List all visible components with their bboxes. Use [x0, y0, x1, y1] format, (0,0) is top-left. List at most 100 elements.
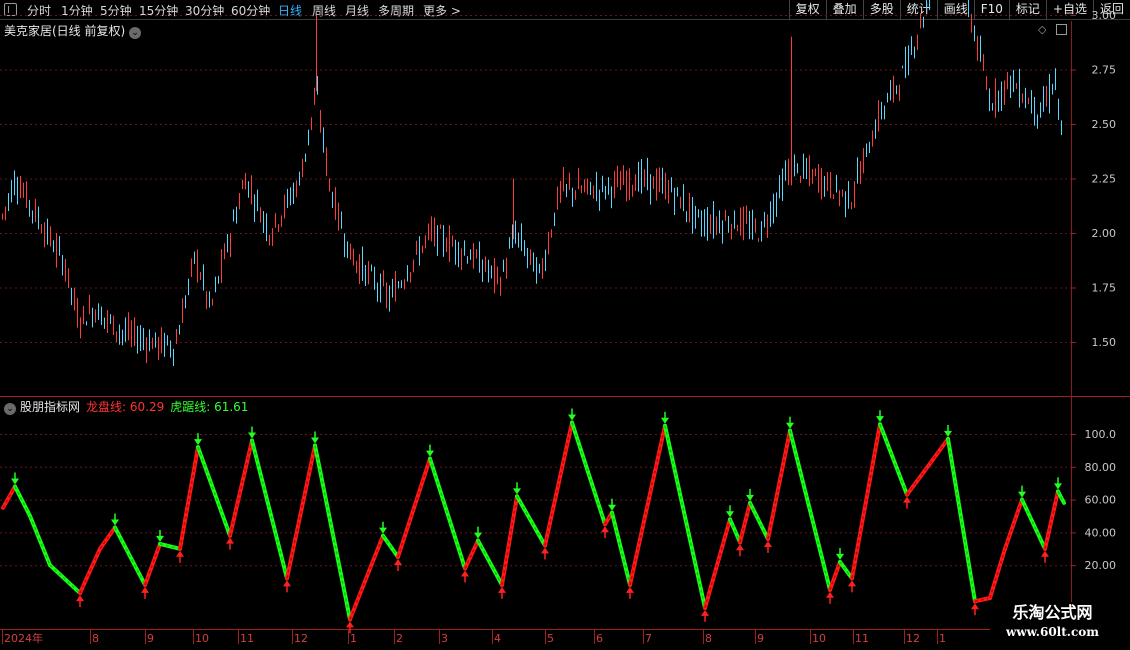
sell-arrow-icon — [156, 529, 164, 542]
time-tick-label: 9 — [147, 632, 154, 645]
buy-arrow-head — [346, 621, 354, 628]
buy-arrow-head — [903, 496, 911, 503]
sell-arrow-icon — [474, 526, 482, 539]
buy-arrow-icon — [848, 580, 856, 593]
indicator-signal-line — [501, 496, 518, 586]
buy-arrow-icon — [826, 591, 834, 604]
time-tick-label: 12 — [906, 632, 920, 645]
buy-arrow-icon — [176, 550, 184, 563]
price-tick-label: 3.00 — [1092, 9, 1117, 22]
sell-arrow-head — [426, 450, 434, 457]
buy-arrow-head — [498, 586, 506, 593]
sell-arrow-head — [608, 504, 616, 511]
buy-arrow-icon — [701, 609, 709, 622]
sell-arrow-head — [156, 535, 164, 542]
indicator-axis: 100.0 80.00 60.00 40.00 20.00 — [1071, 428, 1116, 572]
indicator-name: 股朋指标网 — [20, 400, 81, 414]
watermark-logo: 乐淘公式网 www.60lt.com — [990, 602, 1115, 646]
sell-arrow-icon — [746, 488, 754, 501]
chevron-down-icon[interactable]: ⌄ — [129, 27, 142, 39]
buy-arrow-head — [971, 603, 979, 610]
buy-arrow-head — [848, 580, 856, 587]
buy-arrow-head — [541, 547, 549, 554]
time-tick-label: 12 — [294, 632, 308, 645]
buy-arrow-icon — [76, 595, 84, 608]
sell-arrow-icon — [1054, 477, 1062, 490]
time-tick-label: 6 — [596, 632, 603, 645]
time-axis: 2024年 8 9 10 11 12 1 2 3 4 5 6 7 8 9 10 11 12 1 — [2, 630, 946, 645]
indicator-tick-label: 100.0 — [1085, 428, 1117, 441]
sell-arrow-head — [248, 432, 256, 439]
time-tick-label: 5 — [547, 632, 554, 645]
sell-arrow-icon — [311, 431, 319, 444]
sell-arrow-head — [194, 439, 202, 446]
stock-title[interactable]: 美克家居(日线 前复权) ⌄ — [4, 22, 142, 39]
buy-arrow-head — [601, 526, 609, 533]
buy-arrow-icon — [736, 544, 744, 557]
buy-arrow-head — [461, 570, 469, 577]
sell-arrow-head — [311, 437, 319, 444]
sell-arrow-icon — [513, 482, 521, 495]
sell-arrow-icon — [426, 444, 434, 457]
sell-arrow-head — [474, 532, 482, 539]
sell-arrow-head — [513, 488, 521, 495]
time-tick-label: 10 — [812, 632, 826, 645]
time-tick-label: 2024年 — [4, 631, 43, 645]
indicator-series — [1, 420, 1066, 622]
time-tick-label: 8 — [92, 632, 99, 645]
indicator-segment — [178, 445, 200, 551]
sell-arrow-head — [726, 511, 734, 518]
candlestick-series — [2, 0, 1062, 367]
price-axis: 4.003.753.503.253.002.752.502.252.001.75… — [1071, 9, 1117, 349]
diamond-icon[interactable]: ◇ — [1038, 23, 1046, 36]
buy-arrow-head — [283, 580, 291, 587]
buy-arrow-head — [736, 544, 744, 551]
sell-arrow-head — [568, 414, 576, 421]
dragon-line-value: 龙盘线: 60.29 — [86, 400, 165, 414]
time-tick-label: 2 — [396, 632, 403, 645]
indicator-segment — [158, 541, 182, 551]
sell-arrow-icon — [726, 505, 734, 518]
time-tick-label: 7 — [645, 632, 652, 645]
tiger-line-value: 虎踞线: 61.61 — [170, 400, 249, 414]
time-tick-label: 11 — [855, 632, 869, 645]
buy-arrow-head — [701, 609, 709, 616]
sell-arrow-icon — [11, 472, 19, 485]
buy-arrow-head — [176, 550, 184, 557]
time-tick-label: 11 — [240, 632, 254, 645]
buy-arrow-head — [764, 540, 772, 547]
chart-canvas[interactable]: 4.003.753.503.253.002.752.502.252.001.75… — [0, 0, 1130, 650]
indicator-tick-label: 60.00 — [1085, 494, 1117, 507]
price-tick-label: 2.25 — [1092, 173, 1117, 186]
sell-arrow-icon — [608, 498, 616, 511]
sell-arrow-icon — [248, 426, 256, 439]
sell-arrow-head — [746, 494, 754, 501]
price-tick-label: 1.50 — [1092, 336, 1117, 349]
stock-title-label: 美克家居(日线 前复权) — [4, 24, 126, 38]
chevron-down-icon[interactable]: ⌄ — [4, 403, 16, 415]
indicator-tick-label: 20.00 — [1085, 559, 1117, 572]
time-tick-label: 8 — [705, 632, 712, 645]
time-tick-label: 3 — [441, 632, 448, 645]
sell-arrow-icon — [568, 408, 576, 421]
indicator-signal-line — [477, 540, 503, 586]
time-tick-label: 4 — [494, 632, 501, 645]
price-tick-label: 1.75 — [1092, 282, 1117, 295]
buy-arrow-icon — [764, 540, 772, 553]
indicator-segment — [396, 456, 432, 559]
sell-arrow-icon — [1018, 485, 1026, 498]
window-toggle-icon[interactable] — [1056, 24, 1067, 35]
sell-arrow-head — [11, 478, 19, 485]
buy-arrow-icon — [1041, 550, 1049, 563]
sell-arrow-icon — [111, 513, 119, 526]
sell-arrow-head — [786, 422, 794, 429]
sell-arrow-head — [876, 416, 884, 423]
watermark-url: www.60lt.com — [1006, 625, 1099, 639]
buy-arrow-head — [141, 586, 149, 593]
sell-arrow-head — [1018, 491, 1026, 498]
price-gridlines — [0, 15, 1071, 343]
time-tick-label: 1 — [939, 632, 946, 645]
price-tick-label: 2.75 — [1092, 64, 1117, 77]
buy-arrow-icon — [601, 526, 609, 539]
indicator-header[interactable]: ⌄ 股朋指标网 龙盘线: 60.29 虎踞线: 61.61 — [4, 398, 248, 415]
